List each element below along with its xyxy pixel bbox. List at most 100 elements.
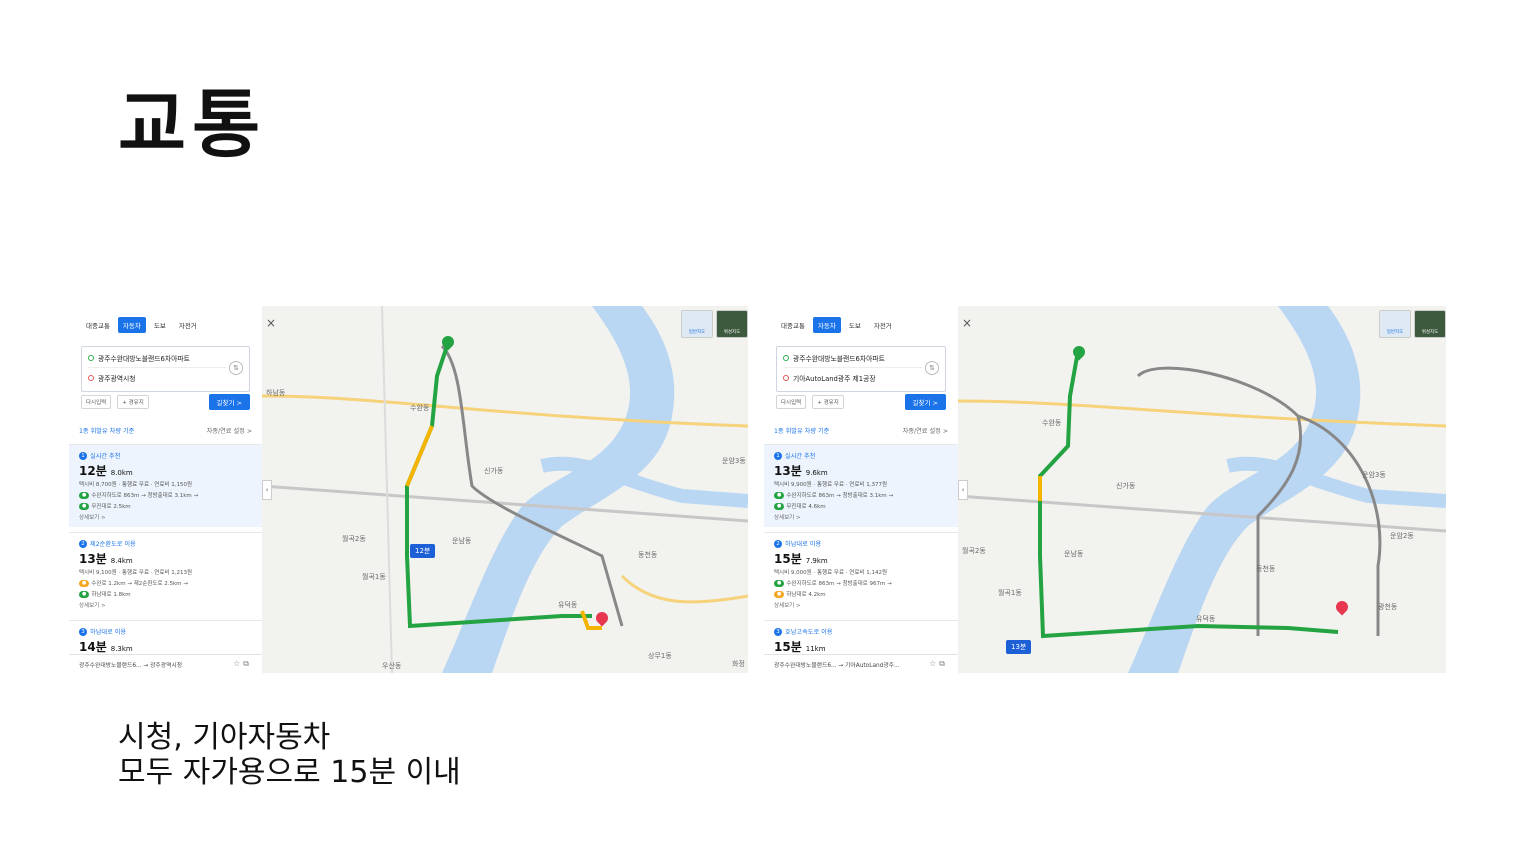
route-option-2[interactable]: 2 제2순환도로 이용 13분 8.4km 택시비 9,100원 · 통행료 무료 … (69, 532, 262, 615)
mode-transit[interactable]: 대중교통 (776, 317, 810, 333)
close-icon[interactable]: × (962, 316, 972, 330)
destination-field[interactable]: 광주광역시청 (88, 369, 227, 387)
mode-car[interactable]: 자동차 (812, 317, 841, 333)
add-waypoint-button[interactable]: + 경유지 (812, 395, 844, 409)
caption-line-1: 시청, 기아자동차 (118, 720, 331, 755)
route-details-link[interactable]: 상세보기 > (774, 601, 948, 609)
road-chip: ● (79, 590, 90, 598)
swap-icon[interactable]: ⇅ (229, 361, 243, 375)
route-time-badge[interactable]: 13분 (1006, 640, 1032, 654)
route-option-1[interactable]: 1 실시간 추천 12분 8.0km 택시비 8,700원 · 통행료 무료 · 연… (69, 444, 262, 527)
swap-icon[interactable]: ⇅ (925, 361, 939, 375)
close-icon[interactable]: × (266, 316, 276, 330)
route-details-link[interactable]: 상세보기 > (774, 513, 948, 521)
map-place-label: 하남동 (266, 389, 286, 397)
road-line (381, 306, 393, 673)
add-waypoint-button[interactable]: + 경유지 (117, 395, 149, 409)
map-place-label: 신가동 (484, 467, 504, 475)
road-chip: ● (79, 579, 90, 587)
road-chip: ● (774, 502, 785, 510)
origin-field[interactable]: 광주수완대방노블랜드6차아파트 (783, 349, 923, 368)
route-details-link[interactable]: 상세보기 > (79, 513, 252, 521)
map-place-label: 유덕동 (1196, 615, 1216, 623)
condition-setting-link[interactable]: 차종/연료 설정 > (207, 426, 252, 435)
condition-setting-link[interactable]: 차종/연료 설정 > (903, 426, 948, 435)
route-fee: 택시비 9,000원 · 통행료 무료 · 연료비 1,142원 (774, 570, 888, 576)
route-panel: 대중교통 자동차 도보 자전거 광주수완대방노블랜드6차아파트 기아AutoLa… (764, 306, 959, 673)
route-distance: 8.0km (110, 469, 133, 477)
destination-text: 기아AutoLand광주 제1공장 (793, 375, 876, 383)
road-chip: ● (774, 579, 785, 587)
map-view[interactable]: × ‹ 일반지도 위성지도 12분 수완동 하남동 신가동 운남동 월곡1동 우… (262, 306, 748, 673)
origin-dot-icon (88, 355, 94, 361)
map-place-label: 동천동 (1256, 565, 1276, 573)
route-road: ● 하남대로 1.8km (79, 590, 252, 598)
mode-transit[interactable]: 대중교통 (81, 317, 115, 333)
maptype-normal-button[interactable]: 일반지도 (681, 310, 713, 338)
origin-field[interactable]: 광주수완대방노블랜드6차아파트 (88, 349, 227, 368)
map-place-label: 상무1동 (648, 652, 672, 660)
map-place-label: 유덕동 (558, 601, 578, 609)
route-tag: 제2순환도로 이용 (90, 541, 136, 548)
route-road: ● 무진대로 2.5km (79, 502, 252, 510)
map-type-switcher: 일반지도 위성지도 (1379, 310, 1446, 338)
maptype-satellite-button[interactable]: 위성지도 (716, 310, 748, 338)
map-place-label: 운암2동 (1390, 532, 1414, 540)
collapse-panel-icon[interactable]: ‹ (958, 480, 968, 500)
map-place-label: 동천동 (638, 551, 658, 559)
route-option-2[interactable]: 2 하남대로 이용 15분 7.9km 택시비 9,000원 · 통행료 무료 · … (764, 532, 958, 615)
collapse-panel-icon[interactable]: ‹ (262, 480, 272, 500)
search-actions: 다시입력 + 경유지 길찾기 > (776, 394, 946, 410)
mode-bike[interactable]: 자전거 (174, 317, 202, 333)
star-share-icon[interactable]: ☆⧉ (233, 659, 252, 669)
maptype-normal-button[interactable]: 일반지도 (1379, 310, 1411, 338)
route-number-badge: 2 (79, 539, 87, 548)
route-footer: 광주수완대방노블랜드6... → 기아AutoLand광주... ☆⧉ (764, 654, 958, 673)
mode-bike[interactable]: 자전거 (869, 317, 897, 333)
route-time-badge[interactable]: 12분 (410, 544, 436, 558)
route-road: ● 무진대로 4.6km (774, 502, 948, 510)
route-road: ● 수완지하도로 863m → 청방출대로 967m → (774, 579, 948, 587)
destination-dot-icon (783, 375, 789, 381)
map-place-label: 우산동 (382, 662, 402, 670)
map-place-label: 운남동 (452, 537, 472, 545)
route-number-badge: 1 (774, 451, 782, 460)
destination-text: 광주광역시청 (98, 375, 136, 383)
route-option-1[interactable]: 1 실시간 추천 13분 9.6km 택시비 9,900원 · 통행료 무료 · 연… (764, 444, 958, 527)
map-place-label: 신가동 (1116, 482, 1136, 490)
map-place-label: 수완동 (1042, 419, 1062, 427)
map-place-label: 운암3동 (1362, 471, 1386, 479)
route-distance: 11km (805, 645, 826, 653)
slide-caption: 시청, 기아자동차 모두 자가용으로 15분 이내 (118, 720, 461, 790)
route-number-badge: 3 (79, 627, 87, 636)
map-view[interactable]: × ‹ 일반지도 위성지도 13분 수완동 신가동 운남동 월곡1동 동천동 유… (958, 306, 1446, 673)
route-time: 15분 (774, 640, 802, 654)
map-place-label: 광천동 (1378, 603, 1398, 611)
reset-button[interactable]: 다시입력 (81, 395, 112, 409)
search-actions: 다시입력 + 경유지 길찾기 > (81, 394, 250, 410)
destination-field[interactable]: 기아AutoLand광주 제1공장 (783, 369, 923, 387)
route-time: 13분 (774, 464, 802, 478)
star-share-icon[interactable]: ☆⧉ (929, 659, 948, 669)
vehicle-condition: 1종 휘발유 차량 기준 차종/연료 설정 > (79, 426, 252, 435)
find-route-button[interactable]: 길찾기 > (904, 394, 946, 410)
origin-dot-icon (783, 355, 789, 361)
route-number-badge: 1 (79, 451, 87, 460)
mode-car[interactable]: 자동차 (117, 317, 146, 333)
map-type-switcher: 일반지도 위성지도 (681, 310, 748, 338)
origin-text: 광주수완대방노블랜드6차아파트 (793, 355, 885, 363)
footer-route-text: 광주수완대방노블랜드6... → 기아AutoLand광주... (774, 662, 900, 669)
route-tag: 하남대로 이용 (90, 629, 127, 636)
mode-walk[interactable]: 도보 (844, 317, 866, 333)
map-place-label: 월곡2동 (342, 535, 366, 543)
maptype-satellite-button[interactable]: 위성지도 (1414, 310, 1446, 338)
slow-segment-line (405, 425, 434, 487)
route-time: 14분 (79, 640, 107, 654)
route-details-link[interactable]: 상세보기 > (79, 601, 252, 609)
mode-walk[interactable]: 도보 (149, 317, 171, 333)
route-distance: 9.6km (805, 469, 828, 477)
condition-text: 1종 휘발유 차량 기준 (79, 428, 135, 435)
transport-modes: 대중교통 자동차 도보 자전거 (776, 316, 952, 334)
reset-button[interactable]: 다시입력 (776, 395, 807, 409)
find-route-button[interactable]: 길찾기 > (208, 394, 250, 410)
